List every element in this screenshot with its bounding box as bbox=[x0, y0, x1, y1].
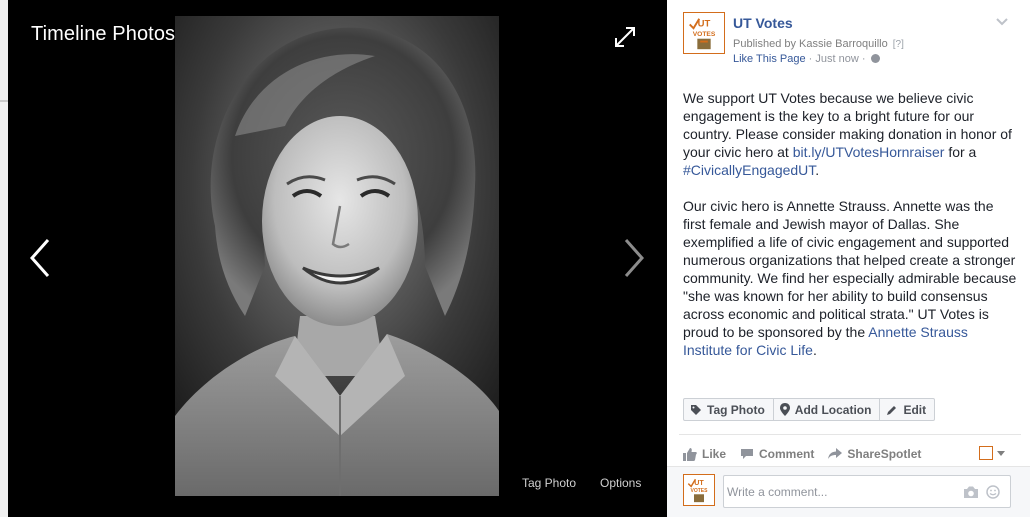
meta-separator: · bbox=[805, 53, 816, 65]
thumbs-up-icon bbox=[683, 447, 697, 461]
svg-text:VOTES: VOTES bbox=[693, 31, 716, 38]
ut-votes-logo-small-icon: UT VOTES bbox=[684, 475, 714, 505]
viewer-options-link[interactable]: Options bbox=[600, 476, 641, 490]
viewer-tag-photo-link[interactable]: Tag Photo bbox=[522, 476, 576, 490]
globe-icon[interactable] bbox=[870, 54, 880, 63]
post-as-avatar bbox=[979, 446, 993, 460]
add-location-label: Add Location bbox=[794, 402, 872, 417]
spotlight-label: Spotlet bbox=[880, 447, 922, 461]
page-avatar[interactable]: UT VOTES bbox=[683, 12, 725, 54]
fullscreen-expand-icon[interactable] bbox=[612, 24, 638, 50]
comment-button[interactable]: Comment bbox=[740, 446, 814, 462]
pencil-icon bbox=[887, 405, 897, 415]
comment-input[interactable] bbox=[727, 476, 947, 507]
photo-viewer-stage: Timeline Photos Tag Photo Options bbox=[0, 0, 667, 517]
section-divider bbox=[679, 434, 1021, 435]
published-help-hint[interactable]: [?] bbox=[893, 39, 904, 50]
spotlight-button[interactable]: Spotlet bbox=[881, 446, 922, 462]
comment-bubble-icon bbox=[741, 449, 754, 459]
like-button[interactable]: Like bbox=[683, 446, 726, 462]
location-pin-icon bbox=[779, 403, 790, 416]
edit-label: Edit bbox=[903, 402, 927, 417]
chevron-down-icon[interactable] bbox=[995, 14, 1009, 26]
reaction-bar: Like Comment Share Spotlet bbox=[683, 446, 935, 462]
ut-votes-logo-icon: UT VOTES bbox=[684, 13, 724, 53]
edit-button[interactable]: Edit bbox=[879, 398, 936, 421]
hashtag-link[interactable]: #CivicallyEngagedUT bbox=[683, 162, 815, 178]
post-details-panel: UT VOTES UT Votes Published by Kassie Ba… bbox=[667, 0, 1030, 517]
commenter-avatar: UT VOTES bbox=[683, 474, 715, 506]
svg-text:UT: UT bbox=[694, 479, 704, 487]
chevron-right-icon[interactable] bbox=[618, 236, 648, 280]
tag-photo-button[interactable]: Tag Photo bbox=[683, 398, 774, 421]
viewer-title: Timeline Photos bbox=[31, 23, 176, 45]
portrait-image bbox=[175, 16, 499, 496]
tag-photo-label: Tag Photo bbox=[707, 402, 765, 417]
like-page-link[interactable]: Like This Page bbox=[733, 53, 806, 65]
post-paragraph-2-end: . bbox=[812, 342, 817, 358]
tag-icon bbox=[691, 404, 701, 415]
photo-action-bar: Tag Photo Add Location Edit bbox=[683, 398, 936, 421]
caret-down-icon bbox=[997, 450, 1005, 456]
comment-label: Comment bbox=[759, 447, 815, 461]
share-button[interactable]: Share bbox=[828, 446, 881, 462]
share-label: Share bbox=[847, 447, 881, 461]
post-paragraph-1-mid: for a bbox=[944, 144, 977, 160]
add-location-button[interactable]: Add Location bbox=[772, 398, 881, 421]
post-as-selector[interactable] bbox=[979, 444, 1007, 462]
timeline-photo[interactable] bbox=[175, 16, 499, 496]
comment-field-wrapper bbox=[723, 475, 1011, 508]
page-name-link[interactable]: UT Votes bbox=[733, 15, 793, 31]
published-by-line: Published by Kassie Barroquillo [?] bbox=[733, 38, 904, 50]
post-meta-line: Like This Page · Just now · bbox=[733, 53, 880, 65]
post-paragraph-2-text: Our civic hero is Annette Strauss. Annet… bbox=[683, 198, 1017, 340]
background-page-edge bbox=[0, 0, 8, 517]
post-paragraph-1-end: . bbox=[815, 162, 820, 178]
chevron-left-icon[interactable] bbox=[26, 236, 56, 280]
published-by-text: Published by Kassie Barroquillo bbox=[733, 38, 888, 50]
emoji-smile-icon[interactable] bbox=[986, 485, 1000, 499]
post-body: We support UT Votes because we believe c… bbox=[683, 89, 1017, 377]
post-paragraph-2: Our civic hero is Annette Strauss. Annet… bbox=[683, 197, 1017, 359]
camera-icon[interactable] bbox=[963, 485, 979, 499]
post-paragraph-1: We support UT Votes because we believe c… bbox=[683, 89, 1017, 179]
share-arrow-icon bbox=[828, 448, 843, 459]
post-timestamp[interactable]: Just now bbox=[815, 53, 858, 65]
svg-text:VOTES: VOTES bbox=[691, 488, 709, 494]
meta-separator-2: · bbox=[858, 53, 869, 65]
hornraiser-link[interactable]: bit.ly/UTVotesHornraiser bbox=[793, 144, 945, 160]
comment-composer: UT VOTES bbox=[667, 466, 1030, 517]
like-label: Like bbox=[702, 447, 727, 461]
